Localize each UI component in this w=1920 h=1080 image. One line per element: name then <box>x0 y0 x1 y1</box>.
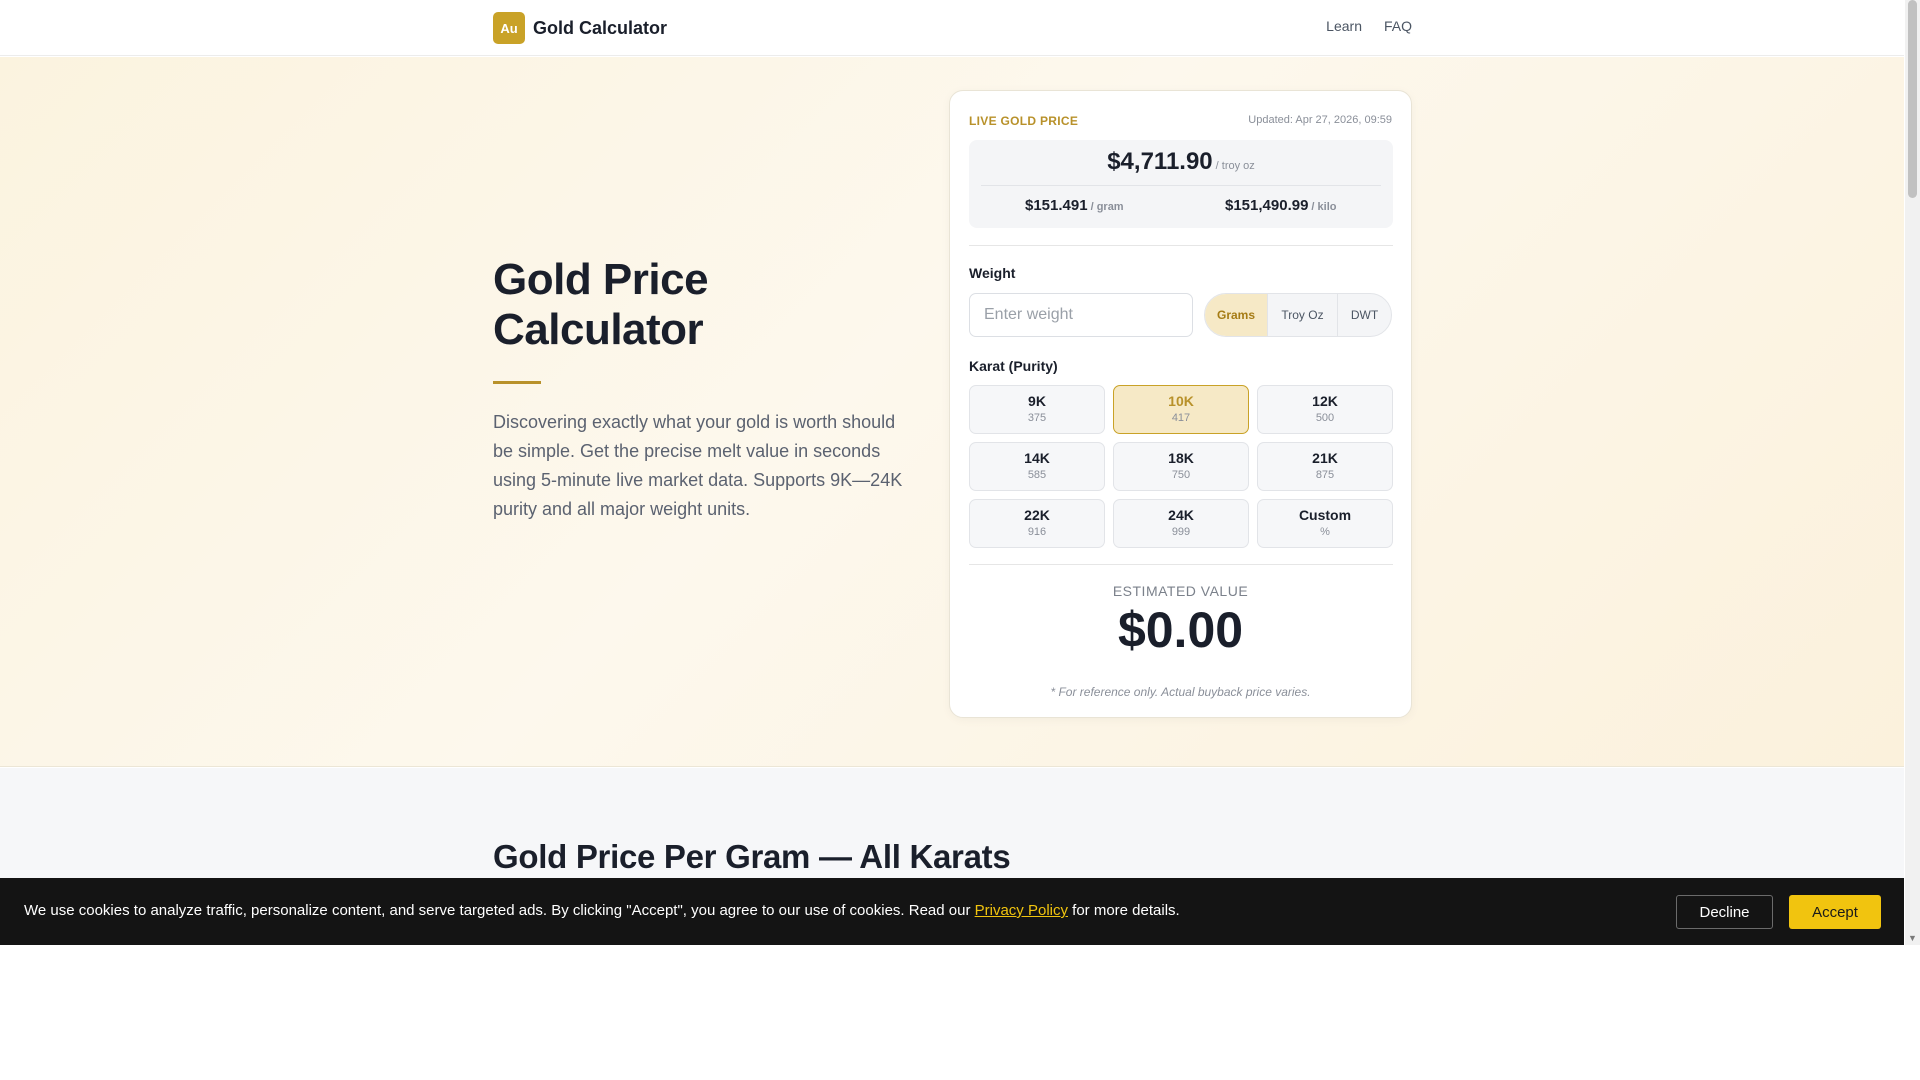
decline-button[interactable]: Decline <box>1676 895 1773 929</box>
section-title: Gold Price Per Gram — All Karats <box>493 838 1011 875</box>
karat-option-custom[interactable]: Custom% <box>1257 499 1393 548</box>
karat-name: 24K <box>1168 507 1194 523</box>
hero-section: Gold Price Calculator Discovering exactl… <box>0 57 1904 767</box>
weight-input[interactable] <box>969 293 1193 337</box>
page-scrollbar[interactable]: ▼ <box>1905 0 1920 945</box>
karat-purity: % <box>1320 526 1330 538</box>
updated-timestamp: Updated: Apr 27, 2026, 09:59 <box>1248 114 1392 126</box>
karat-purity: 500 <box>1315 412 1335 424</box>
karat-option-22k[interactable]: 22K 916 <box>969 499 1105 548</box>
karat-name: 22K <box>1024 507 1050 523</box>
calculator-card: LIVE GOLD PRICE Updated: Apr 27, 2026, 0… <box>949 90 1412 718</box>
site-header: Au Gold Calculator Learn FAQ <box>0 0 1904 56</box>
page-viewport: Au Gold Calculator Learn FAQ Gold Price … <box>0 0 1904 945</box>
karat-name: 12K <box>1312 393 1338 409</box>
karat-purity: 999 <box>1171 526 1191 538</box>
karat-name: 21K <box>1312 450 1338 466</box>
price-per-gram: $151.491/ gram <box>1025 197 1124 214</box>
price-box: $4,711.90/ troy oz $151.491/ gram $151,4… <box>969 140 1393 228</box>
title-divider <box>493 381 541 384</box>
live-price-label: LIVE GOLD PRICE <box>969 114 1079 128</box>
karat-purity: 585 <box>1027 469 1047 481</box>
price-per-oz: $4,711.90/ troy oz <box>969 148 1393 176</box>
divider <box>969 564 1393 565</box>
brand-name: Gold Calculator <box>533 17 668 38</box>
karat-option-9k[interactable]: 9K 375 <box>969 385 1105 434</box>
karat-name: 9K <box>1028 393 1046 409</box>
price-oz-unit: / troy oz <box>1215 160 1255 172</box>
reference-note: * For reference only. Actual buyback pri… <box>1050 685 1311 699</box>
karat-label: Karat (Purity) <box>969 358 1058 374</box>
nav-link-faq[interactable]: FAQ <box>1384 18 1412 34</box>
unit-dwt-button[interactable]: DWT <box>1337 294 1391 336</box>
price-kilo-value: $151,490.99 <box>1225 197 1309 214</box>
privacy-policy-link[interactable]: Privacy Policy <box>975 902 1068 919</box>
logo-icon: Au <box>493 12 525 44</box>
karat-name: 10K <box>1168 393 1194 409</box>
karat-option-14k[interactable]: 14K 585 <box>969 442 1105 491</box>
karat-option-10k[interactable]: 10K 417 <box>1113 385 1249 434</box>
weight-label: Weight <box>969 265 1016 281</box>
scrollbar-thumb[interactable] <box>1908 0 1917 198</box>
karat-purity: 417 <box>1171 412 1191 424</box>
cookie-text-before: We use cookies to analyze traffic, perso… <box>24 902 975 919</box>
estimated-value-label: ESTIMATED VALUE <box>1112 583 1249 599</box>
brand[interactable]: Au Gold Calculator <box>493 12 667 44</box>
nav-link-learn[interactable]: Learn <box>1326 18 1362 34</box>
karat-purity: 750 <box>1171 469 1191 481</box>
page-title: Gold Price Calculator <box>493 255 709 354</box>
scroll-down-arrow-icon[interactable]: ▼ <box>1908 933 1917 943</box>
karat-grid: 9K 375 10K 417 12K 500 14K 585 18K 750 21K 875… <box>969 385 1393 548</box>
karat-option-24k[interactable]: 24K 999 <box>1113 499 1249 548</box>
karat-name: 18K <box>1168 450 1194 466</box>
karat-purity: 916 <box>1027 526 1047 538</box>
blank-area <box>0 945 1920 1080</box>
unit-troy-oz-button[interactable]: Troy Oz <box>1267 294 1337 336</box>
karat-name: 14K <box>1024 450 1050 466</box>
main-nav: Learn FAQ <box>1326 18 1412 34</box>
karat-option-18k[interactable]: 18K 750 <box>1113 442 1249 491</box>
price-oz-value: $4,711.90 <box>1107 148 1213 175</box>
karat-purity: 375 <box>1027 412 1047 424</box>
accept-button[interactable]: Accept <box>1789 895 1881 929</box>
cookie-banner: We use cookies to analyze traffic, perso… <box>0 878 1904 945</box>
price-gram-value: $151.491 <box>1025 197 1088 214</box>
cookie-text: We use cookies to analyze traffic, perso… <box>24 902 1180 919</box>
unit-grams-button[interactable]: Grams <box>1205 294 1267 336</box>
karat-purity: 875 <box>1315 469 1335 481</box>
karat-name: Custom <box>1298 507 1352 523</box>
estimated-value: $0.00 <box>1117 602 1244 658</box>
price-kilo-unit: / kilo <box>1311 201 1337 213</box>
price-gram-unit: / gram <box>1090 201 1124 213</box>
karat-option-21k[interactable]: 21K 875 <box>1257 442 1393 491</box>
price-divider <box>981 185 1381 186</box>
unit-toggle: Grams Troy Oz DWT <box>1204 293 1392 337</box>
karat-option-12k[interactable]: 12K 500 <box>1257 385 1393 434</box>
hero-description: Discovering exactly what your gold is wo… <box>493 412 903 519</box>
cookie-text-after: for more details. <box>1067 902 1180 919</box>
divider <box>969 245 1393 246</box>
price-per-kilo: $151,490.99/ kilo <box>1225 197 1336 214</box>
